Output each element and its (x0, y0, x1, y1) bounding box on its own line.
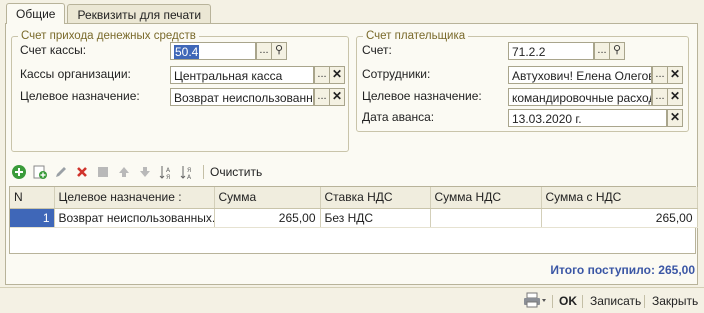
tab-general[interactable]: Общие (6, 3, 66, 24)
payer-account-legend: Счет плательщика (366, 30, 466, 42)
svg-text:Я: Я (187, 167, 191, 174)
svg-text:А: А (187, 174, 192, 180)
add-row-icon[interactable] (10, 163, 28, 181)
footer-divider (582, 295, 583, 308)
payer-account-input[interactable]: 71.2.2 (508, 42, 594, 60)
org-cash-select-button[interactable]: ... (314, 66, 330, 84)
svg-text:Я: Я (166, 174, 170, 180)
payer-account-label: Счет: (362, 43, 392, 57)
search-icon[interactable]: ⚲ (271, 42, 287, 60)
total-received: Итого поступило: 265,00 (550, 263, 695, 277)
row-amount[interactable]: 265,00 (214, 208, 321, 228)
close-button[interactable]: Закрыть (652, 294, 698, 308)
advance-date-input[interactable]: 13.03.2020 г. (508, 109, 667, 127)
svg-text:А: А (166, 167, 171, 174)
edit-icon[interactable] (52, 163, 70, 181)
col-purpose-header[interactable]: Целевое назначение : (54, 187, 215, 209)
col-n-header[interactable]: N (10, 187, 55, 209)
payer-purpose-input[interactable]: командировочные расход (508, 88, 652, 106)
cash-account-select-button[interactable]: ... (256, 42, 272, 60)
col-amount-with-vat-header[interactable]: Сумма с НДС (541, 187, 698, 209)
purpose-table: N Целевое назначение : Сумма Ставка НДС … (9, 186, 698, 254)
col-vat-amount-header[interactable]: Сумма НДС (430, 187, 542, 209)
income-purpose-label: Целевое назначение: (20, 89, 140, 103)
delete-icon[interactable] (73, 163, 91, 181)
footer-divider (644, 295, 645, 308)
income-account-legend: Счет прихода денежных средств (21, 30, 196, 42)
clear-icon[interactable]: ✕ (329, 66, 345, 84)
income-purpose-input[interactable]: Возврат неиспользованны (170, 88, 314, 106)
payer-purpose-label: Целевое назначение: (362, 89, 482, 103)
row-vat-amount[interactable] (430, 208, 542, 228)
end-edit-icon[interactable] (94, 163, 112, 181)
sort-ascending-icon[interactable]: АЯ (157, 163, 175, 181)
copy-row-icon[interactable] (31, 163, 49, 181)
org-cash-label: Кассы организации: (20, 67, 131, 81)
row-vat-rate[interactable]: Без НДС (320, 208, 431, 228)
col-vat-rate-header[interactable]: Ставка НДС (320, 187, 431, 209)
clear-icon[interactable]: ✕ (667, 88, 683, 106)
grid-toolbar: АЯ ЯА Очистить (10, 163, 264, 181)
clear-icon[interactable]: ✕ (667, 109, 683, 127)
employees-input[interactable]: Автухович! Елена Олеговна (508, 66, 652, 84)
payer-purpose-select-button[interactable]: ... (652, 88, 668, 106)
income-purpose-select-button[interactable]: ... (314, 88, 330, 106)
table-header: N Целевое назначение : Сумма Ставка НДС … (10, 187, 698, 209)
clear-button[interactable]: Очистить (208, 165, 264, 179)
move-down-icon[interactable] (136, 163, 154, 181)
printer-icon[interactable] (523, 292, 547, 311)
tab-bar: Общие Реквизиты для печати (6, 3, 213, 24)
clear-icon[interactable]: ✕ (667, 66, 683, 84)
tab-print-details[interactable]: Реквизиты для печати (67, 4, 212, 23)
sort-descending-icon[interactable]: ЯА (178, 163, 196, 181)
save-button[interactable]: Записать (590, 294, 641, 308)
advance-date-label: Дата аванса: (362, 110, 435, 124)
toolbar-divider (203, 165, 204, 179)
row-amount-with-vat[interactable]: 265,00 (541, 208, 698, 228)
search-icon[interactable]: ⚲ (609, 42, 625, 60)
payer-account-select-button[interactable]: ... (594, 42, 610, 60)
clear-icon[interactable]: ✕ (329, 88, 345, 106)
employees-select-button[interactable]: ... (652, 66, 668, 84)
form-footer: OK Записать Закрыть (0, 287, 704, 313)
ok-button[interactable]: OK (559, 294, 577, 308)
org-cash-input[interactable]: Центральная касса (170, 66, 314, 84)
footer-divider (552, 295, 553, 308)
employees-label: Сотрудники: (362, 67, 431, 81)
row-purpose[interactable]: Возврат неиспользованных... (54, 208, 215, 228)
row-number[interactable]: 1 (10, 208, 55, 228)
table-row[interactable]: 1 Возврат неиспользованных... 265,00 Без… (10, 208, 698, 228)
col-amount-header[interactable]: Сумма (214, 187, 321, 209)
move-up-icon[interactable] (115, 163, 133, 181)
cash-account-label: Счет кассы: (20, 43, 87, 57)
cash-account-input[interactable]: 50.4 (170, 42, 256, 60)
